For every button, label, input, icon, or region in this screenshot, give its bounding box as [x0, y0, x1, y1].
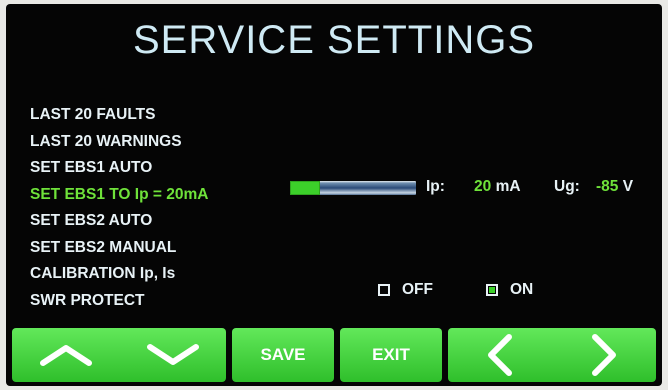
swr-on-checkbox[interactable]: ON [486, 280, 533, 300]
ip-level-gauge [290, 178, 416, 198]
left-right-button-group [448, 328, 656, 382]
ip-label: Ip: [426, 178, 445, 195]
device-screen: SERVICE SETTINGS LAST 20 FAULTS LAST 20 … [6, 4, 662, 386]
swr-off-label: OFF [402, 281, 433, 298]
chevron-down-icon [146, 344, 199, 365]
up-down-button-group [12, 328, 226, 382]
scroll-up-button[interactable] [39, 343, 93, 367]
checkbox-on-icon [486, 284, 498, 296]
swr-on-label: ON [510, 281, 534, 298]
page-title: SERVICE SETTINGS [132, 18, 535, 62]
ug-label: Ug: [554, 178, 580, 195]
gauge-fill [290, 181, 321, 195]
ip-readout: 20 mA [474, 174, 521, 200]
ug-unit: V [622, 178, 634, 195]
service-menu: LAST 20 FAULTS LAST 20 WARNINGS SET EBS1… [30, 102, 290, 314]
checkbox-off-icon [378, 284, 390, 296]
menu-item-set-ebs2-manual[interactable]: SET EBS2 MANUAL [30, 235, 290, 262]
menu-item-set-ebs1-ip[interactable]: SET EBS1 TO Ip = 20mA [30, 182, 290, 209]
chevron-left-icon [488, 334, 512, 376]
chevron-up-icon [39, 345, 92, 366]
swr-off-checkbox[interactable]: OFF [378, 280, 433, 300]
menu-item-set-ebs1-auto[interactable]: SET EBS1 AUTO [30, 155, 290, 182]
scroll-down-button[interactable] [146, 343, 200, 367]
ug-value: -85 [596, 178, 619, 195]
save-button[interactable]: SAVE [232, 328, 334, 382]
ip-value: 20 [474, 178, 492, 195]
menu-item-set-ebs2-auto[interactable]: SET EBS2 AUTO [30, 208, 290, 235]
chevron-right-icon [592, 334, 616, 376]
menu-item-calibration[interactable]: CALIBRATION Ip, Is [30, 261, 290, 288]
exit-button[interactable]: EXIT [340, 328, 442, 382]
ip-unit: mA [495, 178, 521, 195]
nav-left-button[interactable] [485, 333, 515, 377]
nav-right-button[interactable] [589, 333, 619, 377]
menu-item-last-20-warnings[interactable]: LAST 20 WARNINGS [30, 129, 290, 156]
ug-readout: -85 V [596, 174, 633, 200]
menu-item-last-20-faults[interactable]: LAST 20 FAULTS [30, 102, 290, 129]
menu-item-swr-protect[interactable]: SWR PROTECT [30, 288, 290, 315]
